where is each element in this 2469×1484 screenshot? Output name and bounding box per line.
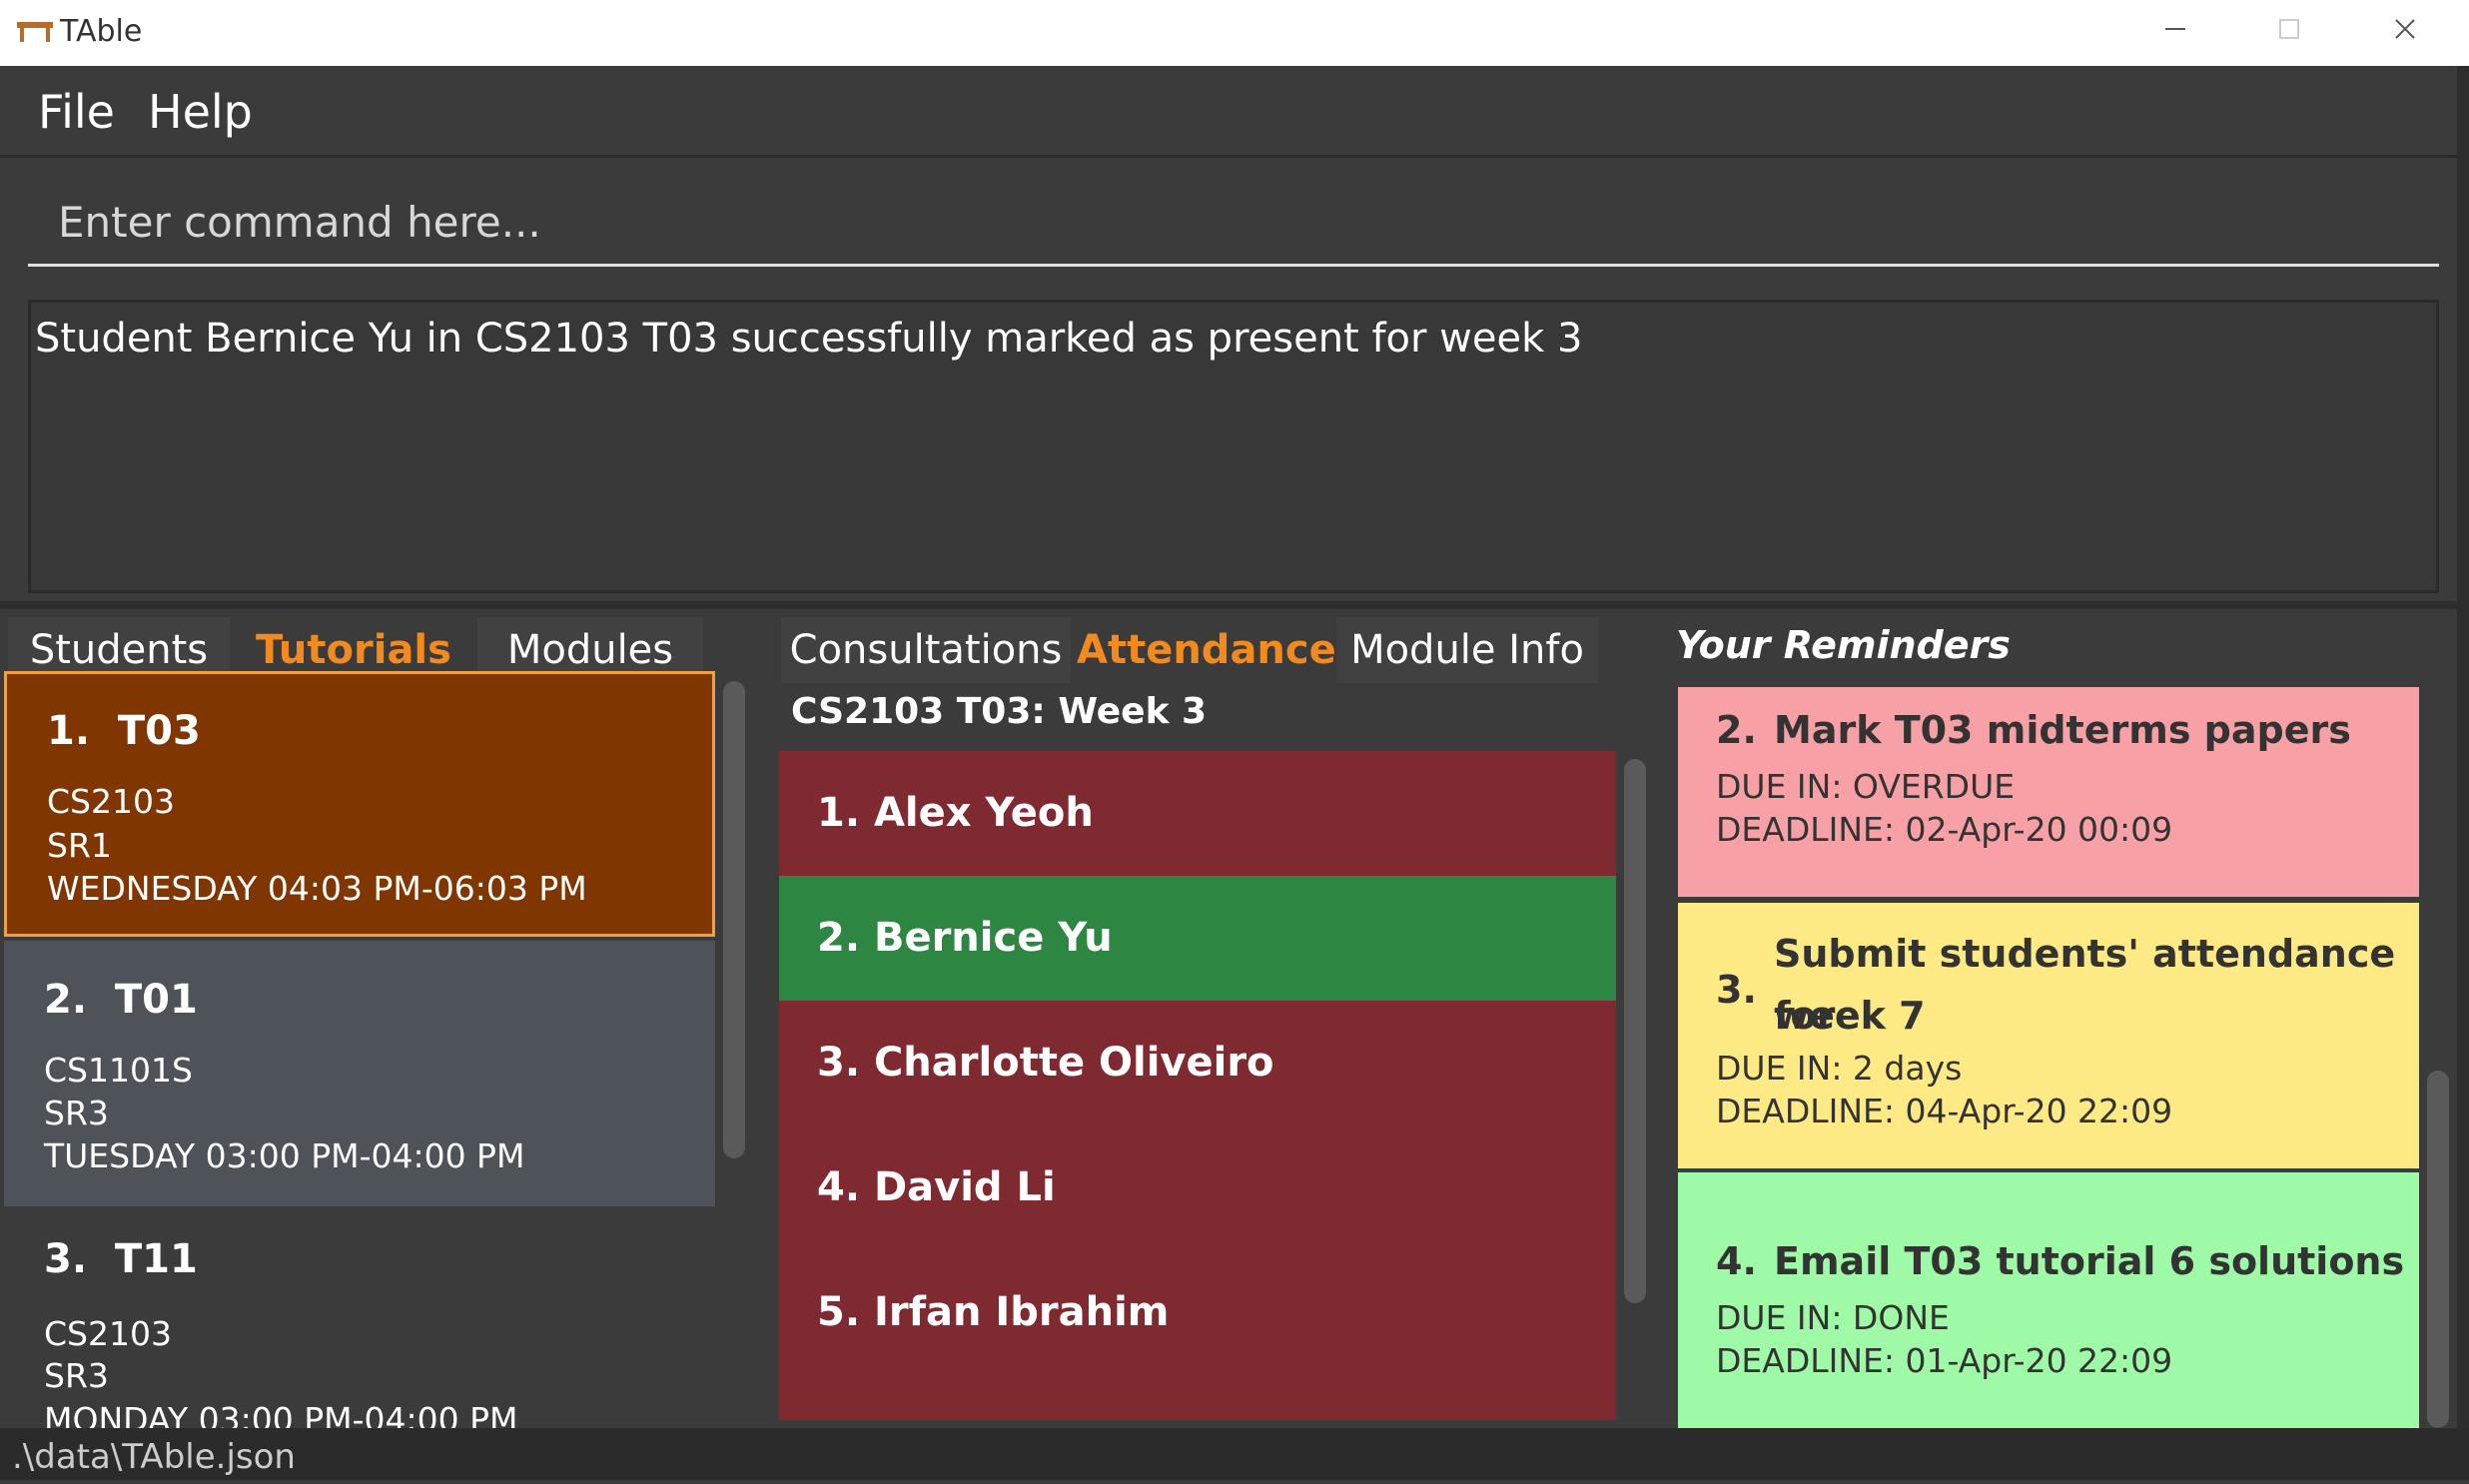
- left-panel: Students Tutorials Modules 1. T03 CS2103…: [0, 609, 751, 1428]
- result-message: Student Bernice Yu in CS2103 T03 success…: [35, 316, 1583, 362]
- reminder-deadline: DEADLINE: 02-Apr-20 00:09: [1716, 810, 2173, 849]
- attendance-heading: CS2103 T03: Week 3: [791, 691, 1208, 732]
- tutorial-time: TUESDAY 03:00 PM-04:00 PM: [44, 1136, 525, 1175]
- tutorial-index: 1.: [47, 708, 91, 754]
- middle-panel: Consultations Attendance Module Info CS2…: [759, 609, 1656, 1428]
- right-panel: Your Reminders 2. Mark T03 midterms pape…: [1660, 609, 2469, 1428]
- minimize-button[interactable]: [2145, 8, 2205, 56]
- tutorial-list-scrollbar[interactable]: [723, 681, 745, 1158]
- reminder-title-continued: week 7: [1774, 994, 1926, 1038]
- minimize-icon: [2165, 28, 2185, 30]
- command-box: [0, 161, 2469, 288]
- attendance-row-present[interactable]: 2. Bernice Yu: [779, 876, 1616, 1001]
- menu-help[interactable]: Help: [148, 82, 253, 142]
- reminder-index: 4.: [1716, 1239, 1757, 1283]
- student-name: 2. Bernice Yu: [817, 915, 1113, 961]
- tutorial-card[interactable]: 1. T03 CS2103 SR1 WEDNESDAY 04:03 PM-06:…: [4, 671, 715, 937]
- table-app-icon: [17, 22, 53, 42]
- reminder-deadline: DEADLINE: 04-Apr-20 22:09: [1716, 1092, 2173, 1130]
- tutorial-card[interactable]: 2. T01 CS1101S SR3 TUESDAY 03:00 PM-04:0…: [4, 941, 715, 1206]
- reminder-index: 3.: [1716, 968, 1757, 1012]
- attendance-row-absent[interactable]: 1. Alex Yeoh: [779, 751, 1616, 876]
- reminder-title: Email T03 tutorial 6 solutions: [1774, 1239, 2405, 1283]
- tutorial-name: T01: [114, 977, 198, 1023]
- tutorial-module: CS2103: [47, 782, 175, 821]
- tutorial-time: WEDNESDAY 04:03 PM-06:03 PM: [47, 869, 587, 908]
- attendance-row-absent[interactable]: 4. David Li: [779, 1125, 1616, 1250]
- student-name: 3. Charlotte Oliveiro: [817, 1040, 1274, 1086]
- student-name: 4. David Li: [817, 1164, 1056, 1210]
- tutorial-time: MONDAY 03:00 PM-04:00 PM: [44, 1400, 518, 1428]
- tutorial-venue: SR1: [47, 826, 112, 865]
- tutorial-index: 2.: [44, 977, 88, 1023]
- attendance-list-scrollbar[interactable]: [1624, 759, 1646, 1303]
- maximize-icon: [2279, 19, 2299, 39]
- data-file-path: .\data\TAble.json: [12, 1437, 296, 1477]
- reminder-card-upcoming[interactable]: 3. Submit students' attendance for week …: [1678, 903, 2419, 1168]
- reminder-card-done[interactable]: 4. Email T03 tutorial 6 solutions DUE IN…: [1678, 1172, 2419, 1428]
- reminder-deadline: DEADLINE: 01-Apr-20 22:09: [1716, 1341, 2173, 1380]
- tutorial-venue: SR3: [44, 1356, 109, 1395]
- reminder-due: DUE IN: DONE: [1716, 1298, 1950, 1337]
- attendance-row-absent[interactable]: 5. Irfan Ibrahim: [779, 1250, 1616, 1420]
- tutorial-index: 3.: [44, 1236, 88, 1282]
- status-bar: .\data\TAble.json: [0, 1428, 2469, 1480]
- tab-module-info[interactable]: Module Info: [1336, 617, 1598, 683]
- attendance-row-absent[interactable]: 3. Charlotte Oliveiro: [779, 1001, 1616, 1125]
- close-button[interactable]: [2375, 8, 2435, 56]
- reminders-scrollbar[interactable]: [2427, 1071, 2449, 1428]
- divider: [0, 601, 2469, 609]
- student-name: 5. Irfan Ibrahim: [817, 1289, 1170, 1335]
- menu-bar: File Help: [0, 66, 2469, 158]
- title-bar: TAble: [0, 0, 2469, 66]
- reminder-title: Mark T03 midterms papers: [1774, 708, 2351, 752]
- close-icon: [2395, 19, 2415, 39]
- tutorial-module: CS1101S: [44, 1051, 193, 1090]
- result-display: Student Bernice Yu in CS2103 T03 success…: [28, 300, 2439, 593]
- reminder-due: DUE IN: 2 days: [1716, 1049, 1963, 1088]
- tab-consultations[interactable]: Consultations: [781, 617, 1071, 683]
- tutorial-venue: SR3: [44, 1094, 109, 1132]
- student-name: 1. Alex Yeoh: [817, 790, 1094, 836]
- tutorial-name: T11: [114, 1236, 198, 1282]
- tutorial-name: T03: [117, 708, 201, 754]
- window-edge: [2457, 66, 2469, 1428]
- menu-file[interactable]: File: [38, 82, 115, 142]
- reminder-due: DUE IN: OVERDUE: [1716, 767, 2016, 806]
- tutorial-card[interactable]: 3. T11 CS2103 SR3 MONDAY 03:00 PM-04:00 …: [4, 1208, 715, 1428]
- reminders-heading: Your Reminders: [1676, 623, 2011, 667]
- maximize-button[interactable]: [2259, 8, 2319, 56]
- reminder-index: 2.: [1716, 708, 1757, 752]
- tutorial-module: CS2103: [44, 1314, 172, 1353]
- command-input[interactable]: [28, 181, 2439, 267]
- reminder-card-overdue[interactable]: 2. Mark T03 midterms papers DUE IN: OVER…: [1678, 687, 2419, 897]
- window-title: TAble: [60, 14, 143, 49]
- tab-attendance[interactable]: Attendance: [1077, 617, 1336, 683]
